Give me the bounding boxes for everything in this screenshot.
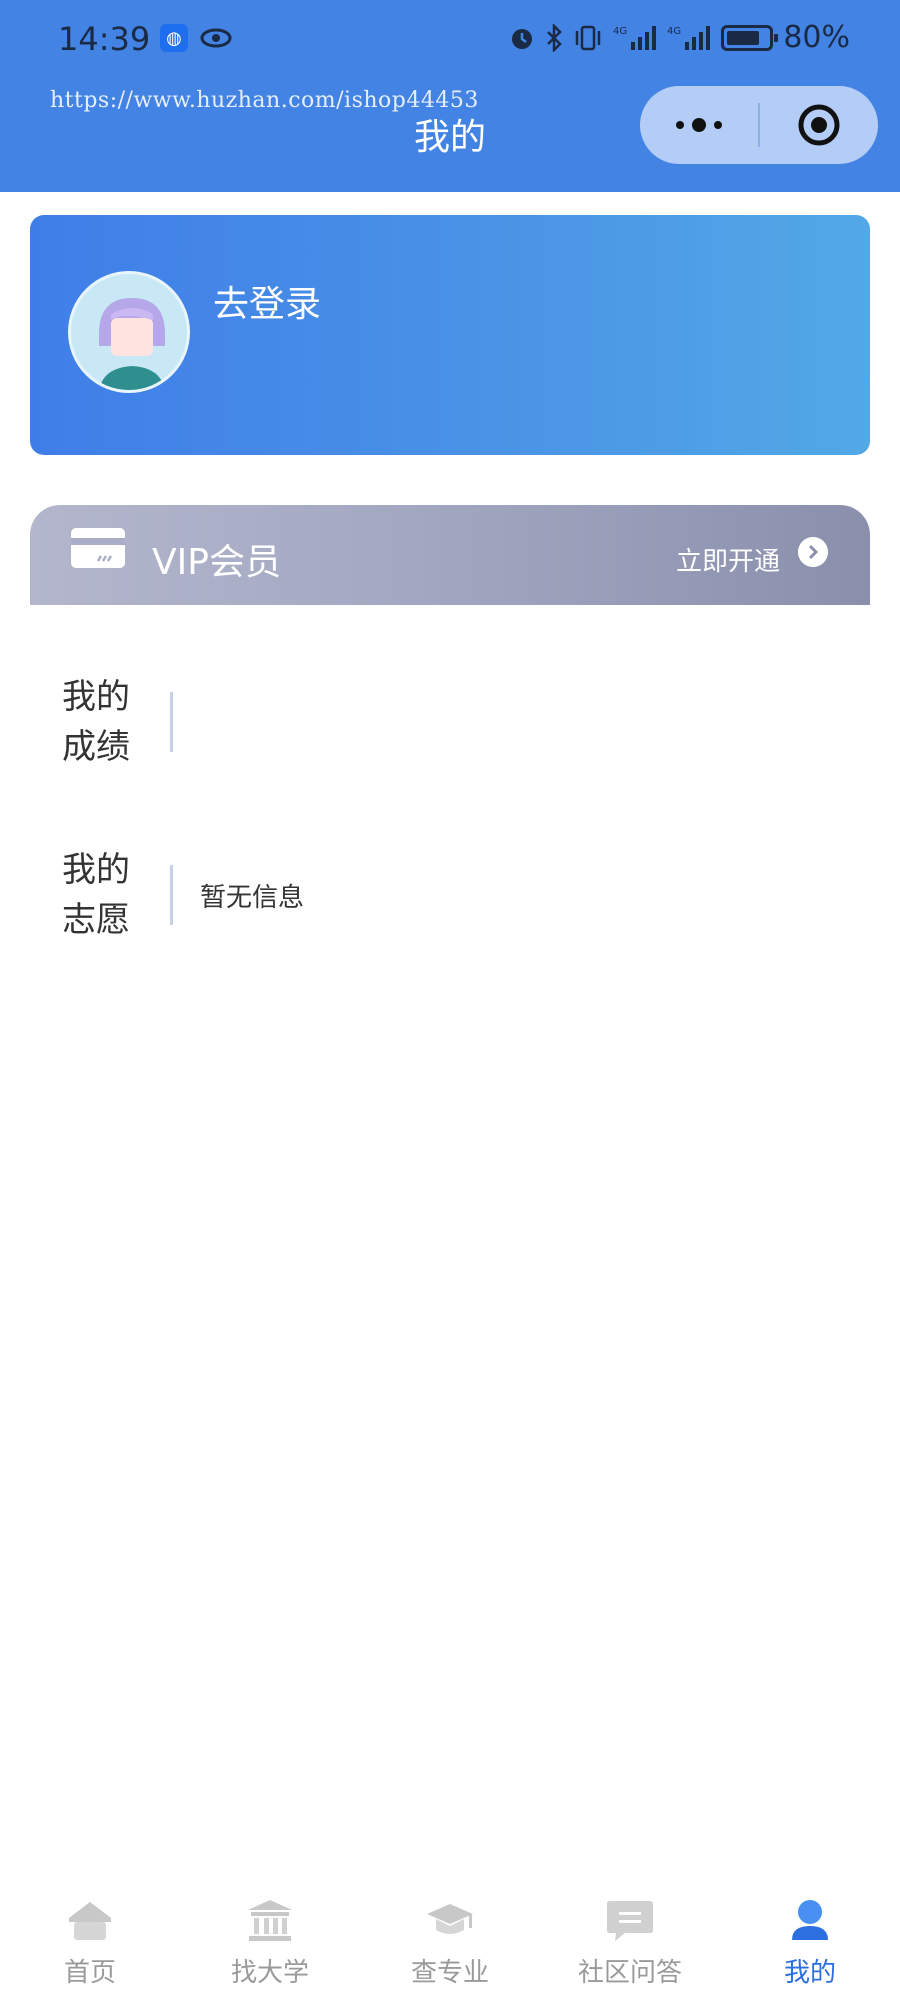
user-icon — [792, 1900, 828, 1940]
app-notification-icon: ◍ — [160, 24, 188, 52]
tab-label: 我的 — [783, 1958, 836, 1988]
graduation-cap-icon — [427, 1904, 473, 1934]
row-divider — [170, 865, 173, 925]
my-scores-row[interactable]: 我的成绩 — [62, 672, 842, 772]
my-wishes-row[interactable]: 我的志愿 暂无信息 — [62, 845, 842, 945]
vibrate-icon — [576, 25, 601, 50]
close-miniprogram-button[interactable] — [760, 86, 878, 164]
home-icon — [69, 1902, 111, 1940]
tab-label: 首页 — [63, 1958, 116, 1988]
bluetooth-icon — [547, 23, 563, 52]
row-divider — [170, 692, 173, 752]
header: 14:39 ◍ 4G 4G 80% https://www.huzhan.com… — [0, 0, 900, 192]
tab-label: 查专业 — [410, 1958, 489, 1988]
eye-icon — [200, 28, 232, 48]
my-wishes-value: 暂无信息 — [200, 883, 305, 913]
tab-home[interactable]: 首页 — [0, 1880, 180, 2000]
alarm-icon — [512, 28, 533, 49]
chat-icon — [607, 1901, 653, 1941]
tab-find-university[interactable]: 找大学 — [180, 1880, 360, 2000]
signal-icon-2: 4G — [667, 25, 711, 50]
tab-mine[interactable]: 我的 — [720, 1880, 900, 2000]
vip-title: VIP会员 — [152, 542, 281, 583]
signal-icon-1: 4G — [613, 25, 657, 50]
login-link[interactable]: 去登录 — [213, 275, 321, 327]
bottom-tab-bar: 首页 找大学 查专业 社区问答 我的 — [0, 1880, 900, 2000]
tab-check-major[interactable]: 查专业 — [360, 1880, 540, 2000]
vip-activate-button[interactable]: 立即开通 — [676, 541, 780, 578]
tab-label: 社区问答 — [577, 1958, 682, 1988]
vip-banner[interactable]: VIP会员 立即开通 — [30, 505, 870, 605]
status-right-icons: 4G 4G 80% — [509, 20, 850, 55]
avatar[interactable] — [68, 271, 190, 393]
svg-text:4G: 4G — [613, 26, 627, 37]
status-left-icons: ◍ — [160, 24, 232, 52]
card-icon — [71, 528, 125, 568]
chevron-right-icon[interactable] — [798, 537, 828, 567]
svg-text:4G: 4G — [667, 26, 681, 37]
target-icon — [798, 104, 840, 146]
university-icon — [248, 1900, 292, 1941]
login-card[interactable]: 去登录 — [30, 215, 870, 455]
my-scores-label: 我的成绩 — [62, 677, 130, 767]
battery-percent: 80% — [783, 20, 850, 55]
tab-label: 找大学 — [230, 1958, 309, 1988]
status-time: 14:39 — [58, 20, 151, 58]
tab-community-qa[interactable]: 社区问答 — [540, 1880, 720, 2000]
mini-program-capsule — [640, 86, 878, 164]
default-avatar-icon — [99, 298, 165, 390]
more-button[interactable] — [640, 86, 758, 164]
my-wishes-label: 我的志愿 — [62, 850, 130, 940]
battery-icon — [721, 24, 779, 51]
